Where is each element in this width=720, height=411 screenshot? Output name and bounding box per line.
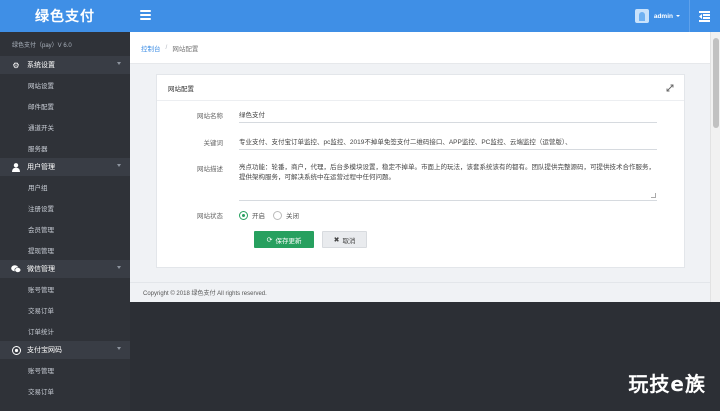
cancel-button-label: 取消: [342, 237, 356, 245]
cancel-button[interactable]: ✖ 取消: [322, 231, 367, 248]
status-radio-on[interactable]: 开启: [239, 210, 265, 220]
sidebar-item-mail-config[interactable]: 邮件配置: [0, 95, 130, 116]
card-title: 网站配置: [168, 85, 194, 93]
expand-icon[interactable]: [666, 84, 674, 92]
menu-toggle-icon[interactable]: [140, 10, 151, 20]
keywords-label: 关键词: [203, 140, 224, 147]
description-label: 网站描述: [197, 166, 223, 173]
sidebar-item-server[interactable]: 服务器: [0, 137, 130, 158]
sidebar-group-label: 微信管理: [27, 266, 55, 273]
radio-checked-icon: [239, 210, 248, 220]
save-button-label: 保存更新: [275, 237, 302, 245]
divider: [689, 0, 690, 32]
sidebar-item-user-group[interactable]: 用户组: [0, 176, 130, 197]
username: admin: [653, 12, 673, 20]
sidebar-item-alipay-accounts[interactable]: 账号管理: [0, 359, 130, 380]
top-navbar: admin: [130, 0, 720, 32]
radio-label: 关闭: [286, 213, 299, 220]
resize-handle-icon[interactable]: [651, 193, 656, 198]
form-row-site-name: 网站名称: [157, 110, 657, 123]
status-label: 网站状态: [197, 213, 223, 220]
radio-label: 开启: [252, 213, 265, 220]
breadcrumb-home-link[interactable]: 控制台: [141, 43, 161, 53]
close-icon: ✖: [333, 236, 340, 244]
site-config-card: 网站配置 网站名称 关键词 网站描述 亮点功能：轮番，商户，代理，后台多模块设置…: [156, 74, 685, 268]
card-header: 网站配置: [157, 75, 684, 101]
avatar: [634, 9, 649, 23]
description-textarea[interactable]: 亮点功能：轮番，商户，代理，后台多模块设置，稳定不掉单。市面上的玩法，该套系统该…: [239, 163, 657, 201]
keywords-input[interactable]: [239, 137, 657, 150]
form-row-description: 网站描述 亮点功能：轮番，商户，代理，后台多模块设置，稳定不掉单。市面上的玩法，…: [157, 163, 657, 201]
user-menu[interactable]: admin: [634, 0, 680, 32]
chevron-down-icon: [676, 15, 680, 17]
sidebar-item-register-settings[interactable]: 注册设置: [0, 197, 130, 218]
chevron-down-icon: [117, 164, 121, 167]
site-name-label: 网站名称: [197, 113, 223, 120]
sidebar-group-wechat[interactable]: 微信管理: [0, 260, 130, 278]
breadcrumb-separator: /: [165, 44, 168, 51]
form-row-status: 网站状态 开启 关闭: [157, 210, 307, 220]
sidebar-group-label: 系统设置: [27, 62, 55, 69]
sidebar-item-channel-switch[interactable]: 通道开关: [0, 116, 130, 137]
site-name-input[interactable]: [239, 110, 657, 123]
gear-icon: ⚙: [12, 60, 20, 70]
sidebar-group-users[interactable]: 用户管理: [0, 158, 130, 176]
sidebar-item-wechat-orders[interactable]: 交易订单: [0, 299, 130, 320]
sidebar-item-order-stats[interactable]: 订单统计: [0, 320, 130, 341]
user-icon: [11, 162, 21, 172]
alipay-icon: [11, 345, 21, 355]
form-row-keywords: 关键词: [157, 137, 657, 150]
status-radio-off[interactable]: 关闭: [273, 210, 299, 220]
sidebar-group-alipay[interactable]: 支付宝网码: [0, 341, 130, 359]
main-content: 网站配置 网站名称 关键词 网站描述 亮点功能：轮番，商户，代理，后台多模块设置…: [130, 64, 710, 282]
watermark: 玩技e族: [628, 372, 706, 396]
radio-unchecked-icon: [273, 210, 282, 220]
scroll-thumb[interactable]: [713, 38, 719, 128]
sidebar-item-member-management[interactable]: 会员管理: [0, 218, 130, 239]
chevron-down-icon: [117, 347, 121, 350]
footer: Copyright © 2018 绿色支付 All rights reserve…: [130, 282, 710, 302]
sidebar-item-wechat-accounts[interactable]: 账号管理: [0, 278, 130, 299]
sidebar-item-withdraw-management[interactable]: 提现管理: [0, 239, 130, 260]
scrollbar[interactable]: [710, 32, 720, 302]
breadcrumb-current: 网站配置: [172, 45, 199, 53]
version-label: 绿色支付（pay）V 6.0: [0, 32, 130, 56]
sidebar-group-label: 支付宝网码: [27, 347, 62, 354]
sidebar-group-label: 用户管理: [27, 164, 55, 171]
sidebar-item-site-settings[interactable]: 网站设置: [0, 74, 130, 95]
breadcrumb: 控制台 / 网站配置: [130, 32, 710, 64]
indent-toggle-icon[interactable]: [699, 11, 710, 22]
sidebar: 绿色支付 绿色支付（pay）V 6.0 ⚙ 系统设置 网站设置 邮件配置 通道开…: [0, 0, 130, 411]
description-text: 亮点功能：轮番，商户，代理，后台多模块设置，稳定不掉单。市面上的玩法，该套系统该…: [239, 164, 655, 181]
brand-logo[interactable]: 绿色支付: [0, 0, 130, 32]
refresh-icon: ⟳: [266, 236, 273, 244]
sidebar-item-alipay-orders[interactable]: 交易订单: [0, 380, 130, 401]
chevron-down-icon: [117, 266, 121, 269]
chevron-down-icon: [117, 62, 121, 65]
save-button[interactable]: ⟳ 保存更新: [254, 231, 314, 248]
wechat-icon: [11, 264, 21, 274]
sidebar-group-system[interactable]: ⚙ 系统设置: [0, 56, 130, 74]
